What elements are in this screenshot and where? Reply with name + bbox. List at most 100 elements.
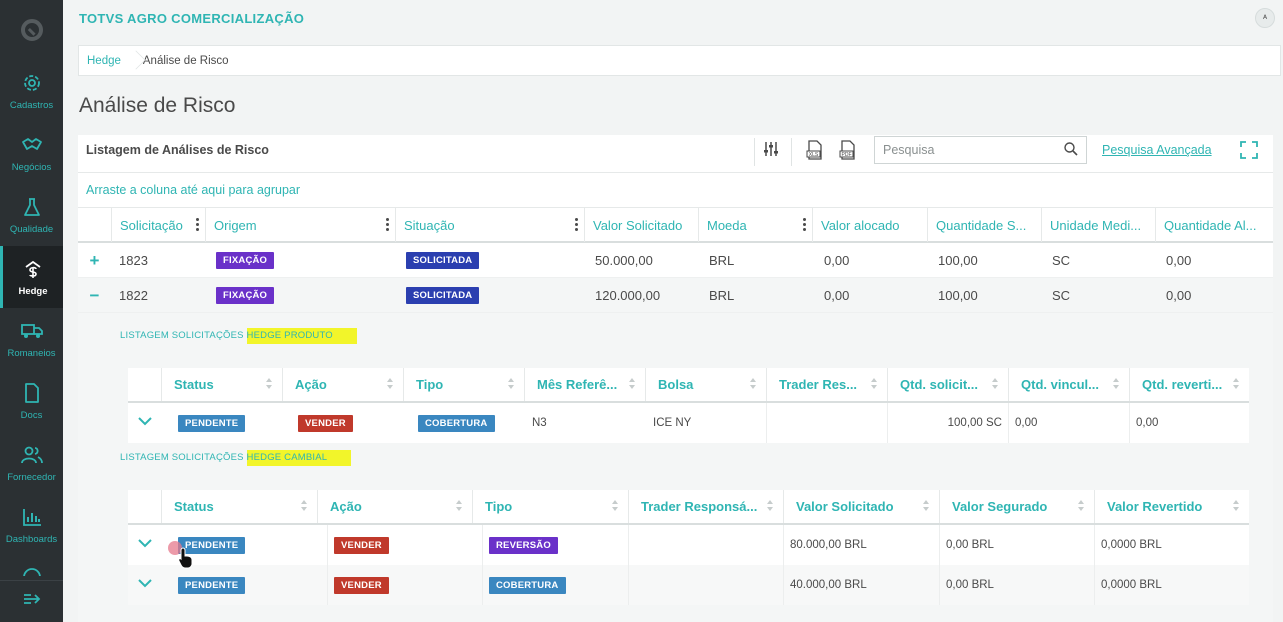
chevron-down-icon bbox=[137, 417, 152, 429]
export-xls-button[interactable]: XLS bbox=[804, 139, 826, 165]
sort-icon[interactable] bbox=[1078, 500, 1084, 512]
column-header-label: Unidade Medi... bbox=[1050, 217, 1142, 233]
collapse-row-button[interactable]: − bbox=[78, 278, 111, 313]
advanced-search-link[interactable]: Pesquisa Avançada bbox=[1102, 143, 1212, 157]
sidebar-item-qualidade[interactable]: Qualidade bbox=[0, 184, 63, 246]
column-header-valor-alocado[interactable]: Valor alocado bbox=[812, 208, 927, 242]
table-row[interactable]: − 1822 FIXAÇÃO SOLICITADA 120.000,00 BRL… bbox=[78, 278, 1273, 313]
sort-icon[interactable] bbox=[992, 378, 998, 390]
column-header-qtd-revertida[interactable]: Qtd. reverti... bbox=[1129, 368, 1249, 401]
page-title: Análise de Risco bbox=[79, 94, 236, 117]
sort-icon[interactable] bbox=[629, 378, 635, 390]
column-header-solicitacao[interactable]: Solicitação bbox=[111, 208, 205, 242]
column-header-situacao[interactable]: Situação bbox=[395, 208, 584, 242]
column-header-status[interactable]: Status bbox=[161, 490, 317, 523]
column-header-trader[interactable]: Trader Responsá... bbox=[628, 490, 783, 523]
column-header-origem[interactable]: Origem bbox=[205, 208, 395, 242]
app-logo[interactable] bbox=[0, 0, 63, 60]
sidebar-item-dashboards[interactable]: Dashboards bbox=[0, 494, 63, 556]
expand-chevron-button[interactable] bbox=[128, 403, 161, 443]
column-header-status[interactable]: Status bbox=[161, 368, 282, 401]
cell-status: PENDENTE bbox=[172, 565, 246, 605]
table-row[interactable]: PENDENTE VENDER COBERTURA N3 ICE NY 100,… bbox=[128, 403, 1249, 443]
xls-file-icon: XLS bbox=[806, 139, 824, 165]
sort-icon[interactable] bbox=[456, 500, 462, 512]
export-pdf-button[interactable]: PDF bbox=[837, 139, 859, 163]
sort-icon[interactable] bbox=[266, 378, 272, 390]
breadcrumb-item-hedge[interactable]: Hedge bbox=[79, 55, 129, 67]
expand-chevron-button[interactable] bbox=[128, 525, 161, 565]
sort-icon[interactable] bbox=[612, 500, 618, 512]
sidebar-item-label: Cadastros bbox=[9, 99, 54, 111]
collapse-arrow-icon bbox=[23, 592, 41, 611]
fullscreen-button[interactable] bbox=[1240, 141, 1258, 159]
column-menu-icon[interactable] bbox=[803, 218, 806, 231]
sort-icon[interactable] bbox=[1233, 378, 1239, 390]
column-header-valor-solicitado[interactable]: Valor Solicitado bbox=[584, 208, 698, 242]
sort-icon[interactable] bbox=[767, 500, 773, 512]
column-menu-icon[interactable] bbox=[386, 218, 389, 231]
sort-icon[interactable] bbox=[387, 378, 393, 390]
sidebar-item-label: Hedge bbox=[18, 285, 48, 297]
handshake-icon bbox=[21, 134, 43, 156]
toolbar-divider bbox=[754, 138, 755, 166]
sidebar-item-hedge[interactable]: Hedge bbox=[0, 246, 63, 308]
user-menu-button[interactable]: ᴬ bbox=[1255, 8, 1275, 28]
sort-icon[interactable] bbox=[508, 378, 514, 390]
table-row[interactable]: PENDENTE VENDER COBERTURA 40.000,00 BRL … bbox=[128, 565, 1249, 605]
sidebar: Cadastros Negócios Qualidade Hedge Roman… bbox=[0, 0, 63, 622]
column-header-mes-referencia[interactable]: Mês Referê... bbox=[524, 368, 645, 401]
cell-tipo: REVERSÃO bbox=[482, 525, 558, 565]
subgrid-header: Status Ação Tipo Trader Responsá... Valo… bbox=[128, 490, 1249, 525]
column-header-tipo[interactable]: Tipo bbox=[403, 368, 524, 401]
hedge-cambial-title: LISTAGEM SOLICITAÇÕES HEDGE CAMBIAL bbox=[120, 450, 352, 466]
collapse-sidebar-button[interactable] bbox=[0, 580, 63, 622]
sort-icon[interactable] bbox=[1233, 500, 1239, 512]
sidebar-item-romaneios[interactable]: Romaneios bbox=[0, 308, 63, 370]
column-header-qtd-solicitada[interactable]: Qtd. solicit... bbox=[887, 368, 1008, 401]
table-row[interactable]: + 1823 FIXAÇÃO SOLICITADA 50.000,00 BRL … bbox=[78, 243, 1273, 278]
cell-quantidade-s: 100,00 bbox=[938, 253, 978, 268]
column-header-quantidade-al[interactable]: Quantidade Al... bbox=[1155, 208, 1273, 242]
sort-icon[interactable] bbox=[871, 378, 877, 390]
sidebar-item-docs[interactable]: Docs bbox=[0, 370, 63, 432]
column-menu-icon[interactable] bbox=[575, 218, 578, 231]
subgrid-title-highlight: HEDGE PRODUTO bbox=[246, 328, 357, 344]
column-header-bolsa[interactable]: Bolsa bbox=[645, 368, 766, 401]
search-icon[interactable] bbox=[1064, 142, 1078, 161]
column-header-acao[interactable]: Ação bbox=[317, 490, 472, 523]
tipo-badge: REVERSÃO bbox=[489, 536, 558, 554]
cell-acao: VENDER bbox=[327, 525, 389, 565]
column-settings-button[interactable] bbox=[760, 140, 782, 162]
column-header-quantidade-s[interactable]: Quantidade S... bbox=[927, 208, 1041, 242]
sort-icon[interactable] bbox=[750, 378, 756, 390]
column-header-valor-solicitado[interactable]: Valor Solicitado bbox=[783, 490, 939, 523]
column-header-acao[interactable]: Ação bbox=[282, 368, 403, 401]
column-header-valor-revertido[interactable]: Valor Revertido bbox=[1094, 490, 1249, 523]
status-badge: PENDENTE bbox=[178, 576, 246, 594]
sidebar-item-cadastros[interactable]: Cadastros bbox=[0, 60, 63, 122]
cell-tipo: COBERTURA bbox=[482, 565, 566, 605]
column-menu-icon[interactable] bbox=[196, 218, 199, 231]
expand-row-button[interactable]: + bbox=[78, 243, 111, 278]
sort-icon[interactable] bbox=[301, 500, 307, 512]
origem-badge: FIXAÇÃO bbox=[216, 287, 275, 304]
cell-status: PENDENTE bbox=[172, 403, 246, 443]
table-row[interactable]: PENDENTE VENDER REVERSÃO 80.000,00 BRL 0… bbox=[128, 525, 1249, 565]
column-header-valor-segurado[interactable]: Valor Segurado bbox=[939, 490, 1094, 523]
sort-icon[interactable] bbox=[1113, 378, 1119, 390]
column-header-unidade-medida[interactable]: Unidade Medi... bbox=[1041, 208, 1155, 242]
column-header-moeda[interactable]: Moeda bbox=[698, 208, 812, 242]
column-header-tipo[interactable]: Tipo bbox=[472, 490, 628, 523]
sort-icon[interactable] bbox=[923, 500, 929, 512]
search-input[interactable] bbox=[875, 137, 1055, 163]
sidebar-item-negocios[interactable]: Negócios bbox=[0, 122, 63, 184]
column-header-qtd-vinculada[interactable]: Qtd. vincul... bbox=[1008, 368, 1129, 401]
flask-icon bbox=[21, 196, 43, 218]
cell-qtd-revertida: 0,00 bbox=[1129, 403, 1249, 443]
expand-chevron-button[interactable] bbox=[128, 565, 161, 605]
cell-valor-segurado: 0,00 BRL bbox=[939, 525, 1094, 565]
column-header-trader[interactable]: Trader Res... bbox=[766, 368, 887, 401]
group-drop-zone[interactable]: Arraste a coluna até aqui para agrupar bbox=[86, 183, 300, 197]
sidebar-item-fornecedor[interactable]: Fornecedor bbox=[0, 432, 63, 494]
